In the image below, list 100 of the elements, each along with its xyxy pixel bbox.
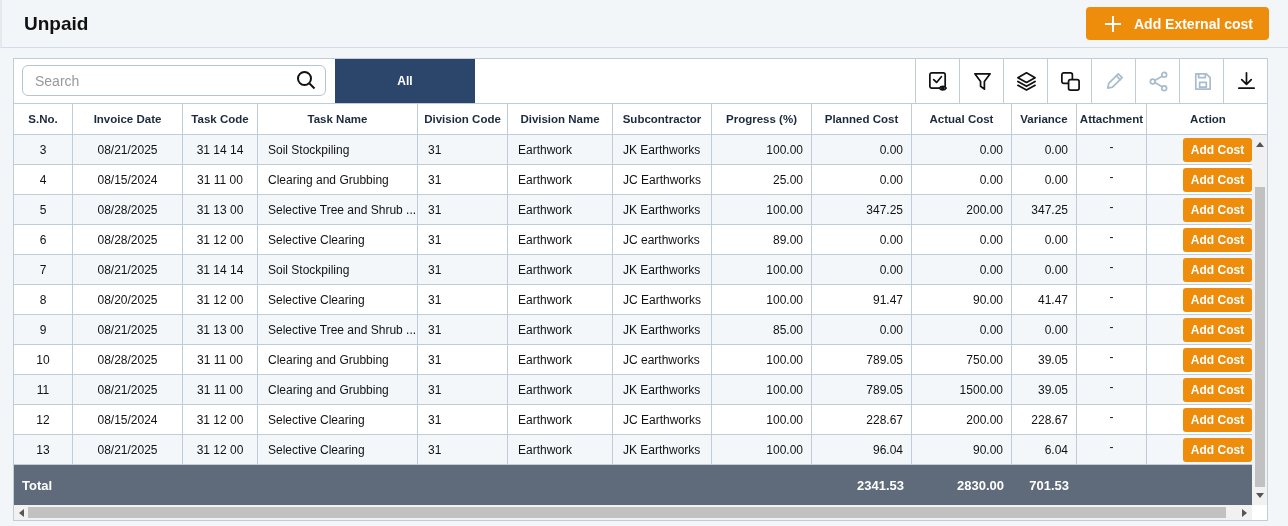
table-cell: Earthwork <box>508 405 613 434</box>
table-cell: Earthwork <box>508 315 613 344</box>
table-cell: 31 <box>418 405 508 434</box>
table-cell: JC Earthworks <box>613 285 712 314</box>
share-icon <box>1146 70 1169 92</box>
add-cost-button[interactable]: Add Cost <box>1183 167 1252 192</box>
table-cell: - <box>1077 255 1147 284</box>
total-label: Total <box>21 476 54 495</box>
table-cell: 100.00 <box>712 255 812 284</box>
add-cost-button[interactable]: Add Cost <box>1183 257 1252 282</box>
total-value: 2341.53 <box>856 476 905 495</box>
column-header: Task Code <box>183 104 258 134</box>
add-cost-button[interactable]: Add Cost <box>1183 317 1252 342</box>
table-cell: 31 12 00 <box>183 405 258 434</box>
table-cell: JC earthworks <box>613 225 712 254</box>
scroll-left-icon <box>18 508 24 517</box>
table-cell: 0.00 <box>912 255 1012 284</box>
table-cell: 7 <box>14 255 73 284</box>
table-cell: 0.00 <box>812 135 912 164</box>
table-cell: - <box>1077 195 1147 224</box>
table-cell: 91.47 <box>812 285 912 314</box>
table-cell: 0.00 <box>812 225 912 254</box>
preview-icon <box>926 70 949 92</box>
table-cell: - <box>1077 285 1147 314</box>
table-cell: 85.00 <box>712 315 812 344</box>
table-cell: 100.00 <box>712 375 812 404</box>
table-cell: 31 11 00 <box>183 165 258 194</box>
table-cell: 31 <box>418 225 508 254</box>
table-cell: 0.00 <box>812 165 912 194</box>
column-header: Division Name <box>508 104 613 134</box>
horizontal-scrollbar[interactable] <box>14 505 1252 520</box>
table-cell: 31 <box>418 285 508 314</box>
table-cell: 750.00 <box>912 345 1012 374</box>
table-cell: 10 <box>14 345 73 374</box>
column-header: Subcontractor <box>613 104 712 134</box>
total-value: 2830.00 <box>956 476 1005 495</box>
table-cell: 0.00 <box>1012 135 1077 164</box>
table-cell: 0.00 <box>912 135 1012 164</box>
column-header: Attachment <box>1077 104 1147 134</box>
table-cell: JK Earthworks <box>613 255 712 284</box>
table-cell: Selective Clearing <box>258 405 418 434</box>
table-cell: 6.04 <box>1012 435 1077 464</box>
table-cell: - <box>1077 165 1147 194</box>
table-cell: 100.00 <box>712 435 812 464</box>
add-cost-button[interactable]: Add Cost <box>1183 407 1252 432</box>
table-cell: Selective Clearing <box>258 285 418 314</box>
add-cost-button[interactable]: Add Cost <box>1183 437 1252 462</box>
table-cell: 08/21/2025 <box>73 135 183 164</box>
table-cell: 789.05 <box>812 345 912 374</box>
table-cell: - <box>1077 435 1147 464</box>
tab[interactable]: All <box>335 59 475 103</box>
table-cell: JK Earthworks <box>613 435 712 464</box>
column-header: Variance <box>1012 104 1077 134</box>
table-cell: 11 <box>14 375 73 404</box>
table-cell: 200.00 <box>912 195 1012 224</box>
search-field[interactable]: Search <box>22 65 326 96</box>
table-cell: - <box>1077 405 1147 434</box>
table-cell: 0.00 <box>912 165 1012 194</box>
add-cost-button[interactable]: Add Cost <box>1183 287 1252 312</box>
table-cell: Soil Stockpiling <box>258 135 418 164</box>
table-cell: 0.00 <box>912 225 1012 254</box>
table-cell: 200.00 <box>912 405 1012 434</box>
table-cell: 08/20/2025 <box>73 285 183 314</box>
table-cell: 0.00 <box>1012 315 1077 344</box>
table-cell: 41.47 <box>1012 285 1077 314</box>
table-cell: 08/15/2024 <box>73 165 183 194</box>
table-cell: 31 <box>418 315 508 344</box>
table-cell: JK Earthworks <box>613 195 712 224</box>
add-cost-button[interactable]: Add Cost <box>1183 197 1252 222</box>
table-cell: 3 <box>14 135 73 164</box>
add-cost-button[interactable]: Add Cost <box>1183 137 1252 162</box>
add-cost-button[interactable]: Add Cost <box>1183 227 1252 252</box>
table-cell: Earthwork <box>508 375 613 404</box>
table-cell: - <box>1077 375 1147 404</box>
table-cell: 0.00 <box>1012 165 1077 194</box>
table-cell: 100.00 <box>712 135 812 164</box>
table-cell: Earthwork <box>508 225 613 254</box>
table-cell: Clearing and Grubbing <box>258 375 418 404</box>
table-cell: Selective Clearing <box>258 435 418 464</box>
layers-icon <box>1014 70 1037 92</box>
table-cell: 31 <box>418 135 508 164</box>
add-cost-button[interactable]: Add Cost <box>1183 377 1252 402</box>
table-cell: 08/28/2025 <box>73 225 183 254</box>
scroll-right-icon <box>1242 508 1248 517</box>
table-cell: 100.00 <box>712 285 812 314</box>
table-cell: Selective Tree and Shrub ... <box>258 315 418 344</box>
table-cell: 08/15/2024 <box>73 405 183 434</box>
column-header: Task Name <box>258 104 418 134</box>
add-external-cost-button[interactable]: Add External cost <box>1085 7 1269 40</box>
table-cell: 89.00 <box>712 225 812 254</box>
table-cell: 31 <box>418 345 508 374</box>
vertical-scrollbar[interactable] <box>1252 135 1267 505</box>
table-cell: 0.00 <box>812 255 912 284</box>
table-cell: JK Earthworks <box>613 315 712 344</box>
table-cell: 31 <box>418 435 508 464</box>
table-cell: 31 12 00 <box>183 435 258 464</box>
table-cell: 347.25 <box>1012 195 1077 224</box>
table-cell: 08/21/2025 <box>73 315 183 344</box>
add-cost-button[interactable]: Add Cost <box>1183 347 1252 372</box>
table-cell: Earthwork <box>508 285 613 314</box>
